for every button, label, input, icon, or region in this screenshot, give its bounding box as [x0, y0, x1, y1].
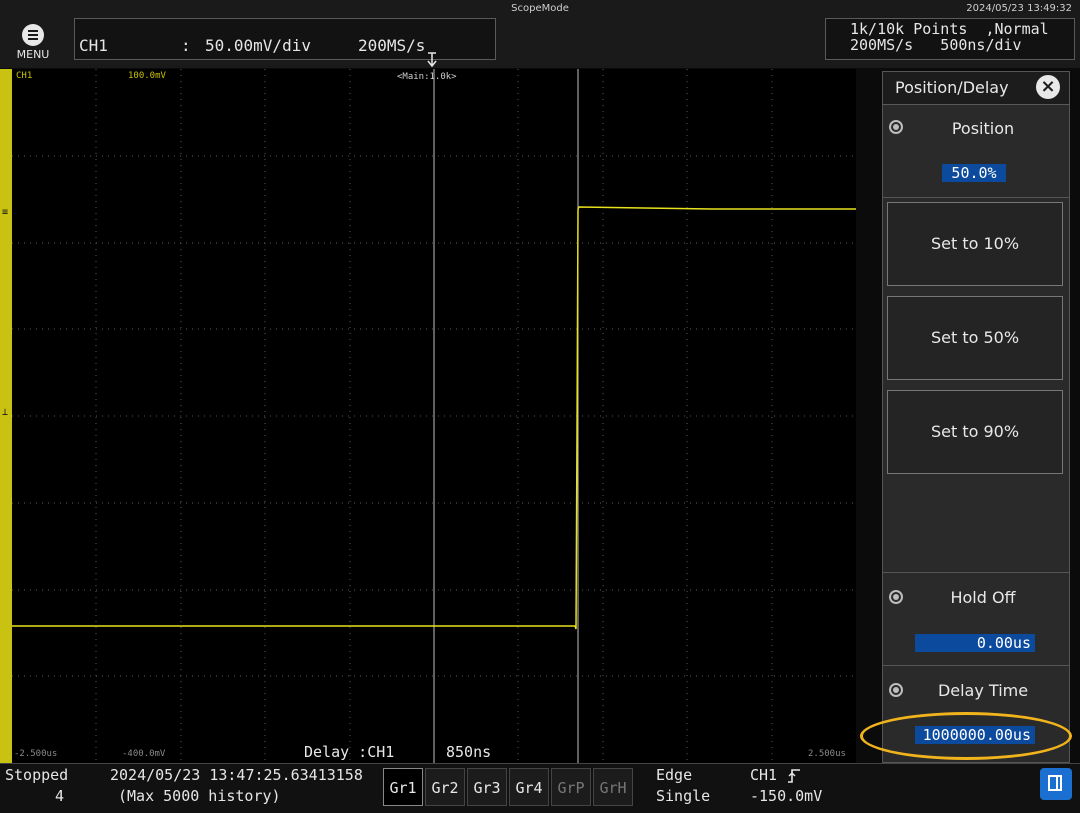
- zoom-tag: <Main:1.0k>: [397, 72, 457, 82]
- scale-tag: 100.0mV: [128, 71, 166, 81]
- group-tab-gr2[interactable]: Gr2: [425, 768, 465, 806]
- close-icon[interactable]: ×: [1036, 75, 1060, 99]
- rising-edge-icon: [786, 768, 802, 788]
- side-panel-toggle-icon[interactable]: [1040, 768, 1072, 800]
- set-to-90-label: Set to 90%: [930, 422, 1020, 441]
- set-to-10-button[interactable]: Set to 10%: [887, 202, 1063, 286]
- set-to-90-button[interactable]: Set to 90%: [887, 390, 1063, 474]
- position-value: 50.0%: [942, 164, 1006, 182]
- menu-label: MENU: [16, 48, 50, 61]
- group-tab-grh[interactable]: GrH: [593, 768, 633, 806]
- sample-rate: 200MS/s: [358, 36, 426, 55]
- menu-button[interactable]: MENU: [8, 22, 58, 64]
- x-max-label: 2.500us: [808, 749, 846, 759]
- delay-time-value[interactable]: 1000000.00us: [915, 726, 1035, 744]
- svg-text:≡: ≡: [2, 207, 8, 218]
- system-clock: 2024/05/23 13:49:32: [966, 3, 1072, 14]
- delay-label: Delay :CH1: [304, 743, 395, 761]
- delay-value: 850ns: [446, 743, 492, 761]
- group-tab-grp[interactable]: GrP: [551, 768, 591, 806]
- group-tab-gr4[interactable]: Gr4: [509, 768, 549, 806]
- acquisition-box[interactable]: 1k/10k Points ,Normal 200MS/s 500ns/div: [825, 18, 1075, 60]
- volts-per-div: 50.00mV/div: [205, 36, 311, 55]
- position-label: Position: [951, 119, 1015, 138]
- waveform-grid: [12, 69, 856, 763]
- history-info: (Max 5000 history): [118, 787, 281, 805]
- run-state: Stopped: [5, 766, 69, 784]
- knob-icon: [889, 120, 903, 134]
- trigger-level: -150.0mV: [750, 787, 823, 805]
- panel-title-bar: Position/Delay ×: [883, 72, 1069, 105]
- set-to-50-button[interactable]: Set to 50%: [887, 296, 1063, 380]
- set-to-50-label: Set to 50%: [930, 328, 1020, 347]
- trigger-source: CH1: [750, 766, 778, 784]
- channel-tag: CH1: [16, 71, 33, 81]
- offset-label: -400.0mV: [122, 749, 166, 759]
- trigger-mode: Single: [656, 787, 711, 805]
- panel-title: Position/Delay: [895, 78, 1009, 97]
- holdoff-value: 0.00us: [915, 634, 1035, 652]
- acquisition-count: 4: [55, 787, 65, 805]
- delay-time-control[interactable]: Delay Time 1000000.00us: [883, 665, 1069, 761]
- channel-colon: :: [181, 36, 191, 55]
- position-delay-panel: Position/Delay × Position 50.0% Set to 1…: [882, 71, 1070, 763]
- acquisition-timestamp: 2024/05/23 13:47:25.63413158: [110, 766, 363, 784]
- svg-text:⊥: ⊥: [2, 407, 8, 418]
- timebase: 200MS/s 500ns/div: [850, 36, 1022, 54]
- set-to-10-label: Set to 10%: [930, 234, 1020, 253]
- channel-name: CH1: [79, 36, 108, 55]
- position-control[interactable]: Position 50.0%: [883, 105, 1069, 198]
- group-tab-gr1[interactable]: Gr1: [383, 768, 423, 806]
- trigger-type: Edge: [656, 766, 693, 784]
- group-tab-gr3[interactable]: Gr3: [467, 768, 507, 806]
- menu-icon: [22, 24, 44, 46]
- delay-time-label: Delay Time: [937, 681, 1029, 700]
- channel-color-strip: ≡ ⊥: [0, 69, 12, 763]
- knob-icon: [889, 590, 903, 604]
- holdoff-label: Hold Off: [950, 588, 1016, 607]
- mode-label: ScopeMode: [511, 3, 569, 14]
- x-min-label: -2.500us: [14, 749, 58, 759]
- knob-icon: [889, 683, 903, 697]
- holdoff-control[interactable]: Hold Off 0.00us: [883, 572, 1069, 666]
- waveform-display[interactable]: CH1 100.0mV <Main:1.0k> -2.500us -400.0m…: [12, 69, 856, 763]
